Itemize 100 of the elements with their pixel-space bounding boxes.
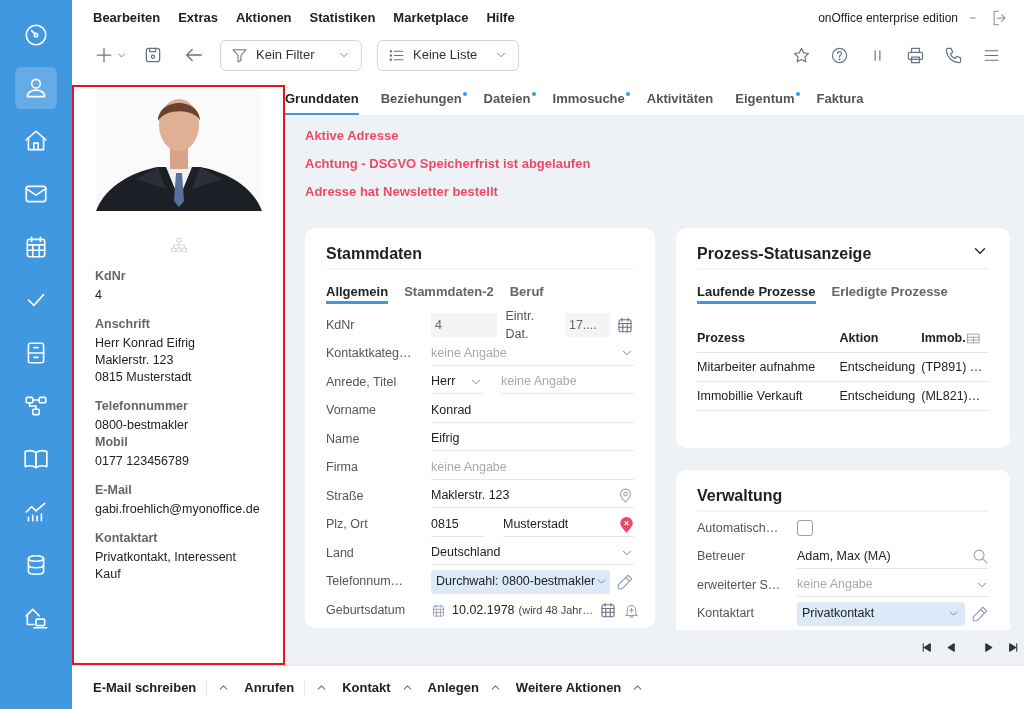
- field-label: Kontaktkateg…: [326, 345, 413, 363]
- select-field[interactable]: Deutschland: [431, 541, 634, 566]
- table-icon[interactable]: [965, 330, 981, 346]
- tab[interactable]: Beziehungen: [380, 85, 462, 115]
- filter-dropdown[interactable]: Kein Filter: [220, 39, 362, 71]
- previous-icon: [945, 641, 958, 654]
- menu-item[interactable]: Hilfe: [486, 7, 515, 28]
- action-button[interactable]: Anrufen: [244, 677, 295, 698]
- column-header: Immob.: [921, 329, 966, 347]
- menu-item[interactable]: Marketplace: [393, 7, 469, 28]
- add-button[interactable]: [94, 45, 127, 65]
- field-label: Plz, Ort: [326, 516, 369, 534]
- table-cell-text: Entscheidung: [839, 358, 917, 376]
- field-value: Maklerstr. 123: [95, 352, 175, 369]
- tab[interactable]: Erledigte Prozesse: [831, 282, 948, 304]
- select-field[interactable]: Privatkontakt: [797, 601, 965, 626]
- input-field[interactable]: Maklerstr. 123: [431, 484, 634, 509]
- printer-icon: [905, 45, 925, 65]
- date-icon: [431, 602, 446, 618]
- search-icon: [972, 547, 989, 565]
- field-label: Kontaktart: [95, 530, 159, 547]
- table-cell-text: (ML821)…: [921, 387, 982, 405]
- field-label: KdNr: [326, 316, 356, 334]
- tab[interactable]: Allgemein: [326, 282, 389, 304]
- map-pin-error-icon: [619, 515, 634, 533]
- action-button[interactable]: E-Mail schreiben: [93, 677, 197, 698]
- field-value: Herr Konrad Eifrig: [95, 335, 197, 352]
- pencil-icon[interactable]: [971, 604, 989, 623]
- field-label: Kontaktart: [697, 605, 755, 623]
- first-page-button[interactable]: [920, 641, 933, 654]
- input-field[interactable]: Adam, Max (MA): [797, 544, 989, 569]
- column-header: Aktion: [839, 329, 880, 347]
- tab[interactable]: Immosuche: [552, 85, 625, 115]
- input-field[interactable]: 0815: [431, 512, 485, 537]
- menu-item[interactable]: Extras: [178, 7, 218, 28]
- action-button[interactable]: Anlegen: [427, 677, 479, 698]
- menu-item[interactable]: Statistiken: [309, 7, 376, 28]
- input-field[interactable]: Eifrig: [431, 427, 634, 452]
- menu-item[interactable]: Aktionen: [235, 7, 292, 28]
- next-button[interactable]: [982, 641, 995, 654]
- menu-item[interactable]: Bearbeiten: [93, 7, 161, 28]
- calendar-icon[interactable]: [599, 601, 618, 620]
- select-field[interactable]: Durchwahl: 0800-bestmakler: [431, 569, 610, 594]
- date-value: 10.02.1978: [452, 601, 515, 619]
- field-label: Anschrift: [95, 316, 151, 333]
- previous-button[interactable]: [945, 641, 958, 654]
- field-value: 4: [95, 287, 103, 304]
- field-value: Kauf: [95, 566, 122, 583]
- alert-message: Adresse hat Newsletter bestellt: [305, 183, 499, 201]
- sidebar-item[interactable]: [15, 67, 57, 109]
- field-label: Anrede, Titel: [326, 373, 398, 391]
- field-label: Geburtsdatum: [326, 601, 407, 619]
- tab[interactable]: Laufende Prozesse: [697, 282, 816, 304]
- field-value: 0177 123456789: [95, 453, 190, 470]
- action-button[interactable]: Kontakt: [342, 677, 391, 698]
- tab[interactable]: Beruf: [509, 282, 544, 304]
- list-dropdown[interactable]: Keine Liste: [377, 39, 519, 71]
- table-cell-text: (TP891) …: [921, 358, 984, 376]
- calendar-icon[interactable]: [616, 316, 634, 335]
- alert-message: Achtung - DSGVO Speicherfrist ist abgelaufen: [305, 155, 592, 173]
- tab[interactable]: Stammdaten-2: [404, 282, 494, 304]
- edition-label: onOffice enterprise edition: [818, 9, 958, 27]
- card-title: Stammdaten: [326, 244, 423, 264]
- tab[interactable]: Eigentum: [735, 85, 795, 115]
- filter-icon: [231, 46, 248, 64]
- plus-icon: [94, 45, 114, 65]
- input-field[interactable]: Konrad: [431, 398, 634, 423]
- card-title: Prozess-Statusanzeige: [697, 244, 872, 264]
- help-icon: [829, 45, 849, 65]
- save-button[interactable]: [143, 45, 163, 65]
- field-label: erweiterter S…: [697, 576, 782, 594]
- pencil-icon[interactable]: [616, 572, 634, 591]
- tab[interactable]: Grunddaten: [285, 85, 359, 115]
- select-field[interactable]: Herr: [431, 370, 483, 395]
- card-title: Verwaltung: [697, 486, 783, 506]
- column-header: Prozess: [697, 329, 746, 347]
- field-label: Telefonnummer: [95, 398, 189, 415]
- checkbox[interactable]: [797, 520, 813, 537]
- table-cell-text: Entscheidung: [839, 387, 917, 405]
- field-label: E-Mail: [95, 482, 133, 499]
- star-icon: [791, 45, 811, 65]
- last-page-icon: [1007, 641, 1020, 654]
- field-value: gabi.froehlich@myonoffice.de: [95, 501, 261, 518]
- tab[interactable]: Faktura: [816, 85, 864, 115]
- tab[interactable]: Aktivitäten: [646, 85, 714, 115]
- readonly-field: 17....: [564, 313, 610, 338]
- input-field[interactable]: Musterstadt: [503, 512, 634, 537]
- last-page-button[interactable]: [1007, 641, 1020, 654]
- action-button[interactable]: Weitere Aktionen: [515, 677, 622, 698]
- field-value: 0800-bestmakler: [95, 417, 190, 434]
- field-value: Privatkontakt, Interessent: [95, 549, 238, 566]
- tab[interactable]: Dateien: [483, 85, 531, 115]
- dashboard-icon: [23, 22, 49, 48]
- field-label: Automatisch…: [697, 519, 780, 537]
- field-label: Betreuer: [697, 548, 746, 566]
- field-label: Eintr. Dat.: [505, 307, 535, 344]
- field-label: Mobil: [95, 434, 129, 451]
- age-note: (wird 48 Jahr…: [518, 603, 594, 618]
- field-label: Firma: [326, 459, 359, 477]
- field-value: 0815 Musterstadt: [95, 369, 193, 386]
